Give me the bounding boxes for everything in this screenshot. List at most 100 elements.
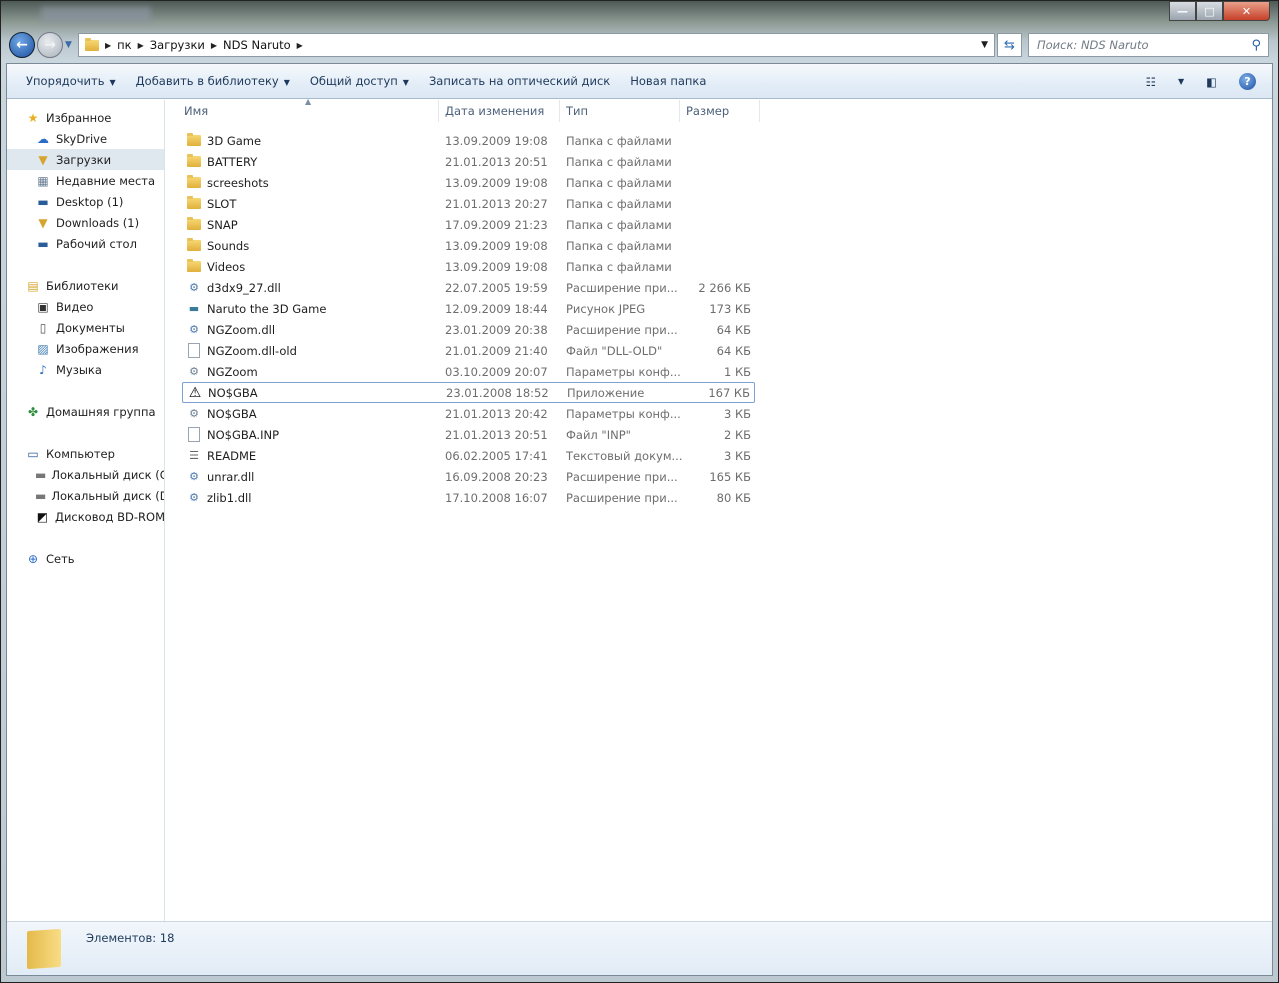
file-type: Папка с файлами (566, 196, 672, 211)
recent-pages-dropdown[interactable]: ▼ (65, 40, 72, 50)
file-row[interactable]: ⚠ NO$GBA 23.01.2008 18:52 Приложение 167 КБ (182, 382, 755, 403)
file-size: 1 КБ (723, 364, 751, 379)
column-header-date[interactable]: Дата изменения (439, 100, 560, 122)
chevron-right-icon[interactable]: ▶ (297, 41, 303, 50)
file-row[interactable]: screeshots 13.09.2009 19:08 Папка с файлам… (182, 172, 755, 193)
file-row[interactable]: ⚙ NO$GBA 21.01.2013 20:42 Параметры конф...… (182, 403, 755, 424)
arrow-right-icon: → (44, 37, 56, 53)
sidebar-item-label: Рабочий стол (56, 236, 137, 251)
file-row[interactable]: Videos 13.09.2009 19:08 Папка с файлами (182, 256, 755, 277)
documents-icon: ▯ (39, 320, 47, 335)
video-icon: ▣ (37, 299, 49, 314)
file-row[interactable]: NGZoom.dll-old 21.01.2009 21:40 Файл "DLL-… (182, 340, 755, 361)
file-row[interactable]: SLOT 21.01.2013 20:27 Папка с файлами (182, 193, 755, 214)
library-icon: ▤ (27, 278, 39, 293)
organize-button[interactable]: Упорядочить ▼ (19, 74, 129, 88)
sidebar-item[interactable]: ▬ Рабочий стол (7, 233, 164, 254)
file-row[interactable]: ⚙ unrar.dll 16.09.2008 20:23 Расширение при… (182, 466, 755, 487)
refresh-button[interactable]: ⇆ (997, 33, 1022, 57)
sidebar-item[interactable]: ▣ Видео (7, 296, 164, 317)
new-folder-button[interactable]: Новая папка (623, 74, 719, 88)
sidebar-item[interactable]: ⊕ Сеть (7, 548, 164, 569)
address-dropdown-icon[interactable]: ▼ (981, 40, 988, 50)
file-date: 21.01.2013 20:27 (445, 196, 548, 211)
view-dropdown-icon[interactable]: ▼ (1178, 77, 1184, 86)
file-size: 167 КБ (708, 385, 750, 400)
chevron-right-icon[interactable]: ▶ (105, 41, 111, 50)
recent-icon: ▦ (37, 173, 49, 188)
breadcrumb-nds-naruto[interactable]: NDS Naruto (223, 38, 291, 52)
search-input[interactable]: Поиск: NDS Naruto ⚲ (1028, 33, 1269, 57)
downloads-icon: ▼ (38, 215, 48, 230)
address-bar[interactable]: ▶ пк ▶ Загрузки ▶ NDS Naruto ▶ ▼ (78, 33, 995, 57)
file-row[interactable]: ⚙ NGZoom.dll 23.01.2009 20:38 Расширение пр… (182, 319, 755, 340)
drive-icon: ▬ (35, 488, 47, 503)
caret-down-icon: ▼ (283, 78, 290, 87)
details-pane: Элементов: 18 (7, 921, 1272, 975)
sidebar-item-label: Компьютер (46, 446, 115, 461)
column-header-name[interactable]: Имя ▲ (167, 97, 439, 122)
file-row[interactable]: SNAP 17.09.2009 21:23 Папка с файлами (182, 214, 755, 235)
sidebar-item[interactable]: ▬ Локальный диск (D (7, 485, 164, 506)
burn-button[interactable]: Записать на оптический диск (422, 74, 623, 88)
sidebar-item[interactable]: ▤ Библиотеки (7, 275, 164, 296)
sidebar-item[interactable]: ▯ Документы (7, 317, 164, 338)
file-date: 13.09.2009 19:08 (445, 259, 548, 274)
sidebar-item-label: Видео (56, 299, 94, 314)
file-name: BATTERY (207, 154, 258, 169)
view-options-icon[interactable]: ☷ (1146, 75, 1156, 89)
file-row[interactable]: ☰ README 06.02.2005 17:41 Текстовый докум..… (182, 445, 755, 466)
drive-icon: ▬ (35, 467, 47, 482)
dll-file-icon: ⚙ (189, 470, 199, 483)
forward-button[interactable]: → (37, 32, 63, 58)
breadcrumb-pc[interactable]: пк (117, 38, 131, 52)
sidebar-item[interactable]: ▼ Downloads (1) (7, 212, 164, 233)
add-to-library-button[interactable]: Добавить в библиотеку ▼ (129, 74, 303, 88)
preview-pane-icon[interactable]: ◧ (1206, 75, 1217, 89)
sidebar-item[interactable]: ▼ Загрузки (7, 149, 164, 170)
maximize-button[interactable]: □ (1196, 1, 1223, 21)
close-button[interactable]: ✕ (1223, 1, 1270, 21)
file-size: 165 КБ (709, 469, 751, 484)
sidebar-item[interactable]: ▦ Недавние места (7, 170, 164, 191)
file-row[interactable]: NO$GBA.INP 21.01.2013 20:51 Файл "INP" 2 КБ (182, 424, 755, 445)
back-button[interactable]: ← (9, 32, 35, 58)
file-row[interactable]: ▬ Naruto the 3D Game 12.09.2009 18:44 Рисун… (182, 298, 755, 319)
file-name: SNAP (207, 217, 238, 232)
sidebar-item-label: Документы (56, 320, 125, 335)
sidebar-item[interactable]: ♪ Музыка (7, 359, 164, 380)
column-header-size[interactable]: Размер (680, 100, 760, 122)
file-row[interactable]: ⚙ NGZoom 03.10.2009 20:07 Параметры конф...… (182, 361, 755, 382)
file-row[interactable]: 3D Game 13.09.2009 19:08 Папка с файлами (182, 130, 755, 151)
file-type: Расширение при... (566, 280, 678, 295)
minimize-button[interactable]: — (1169, 1, 1196, 21)
chevron-right-icon[interactable]: ▶ (211, 41, 217, 50)
folder-icon (85, 37, 99, 51)
breadcrumb-downloads[interactable]: Загрузки (150, 38, 205, 52)
file-name: unrar.dll (207, 469, 255, 484)
sidebar-item[interactable]: ✤ Домашняя группа (7, 401, 164, 422)
sidebar-item[interactable]: ◩ Дисковод BD-ROM (7, 506, 164, 527)
sidebar-item[interactable]: ★ Избранное (7, 107, 164, 128)
share-button[interactable]: Общий доступ ▼ (303, 74, 422, 88)
sidebar-item[interactable]: ▬ Desktop (1) (7, 191, 164, 212)
sidebar-item-label: Изображения (56, 341, 139, 356)
file-type: Папка с файлами (566, 238, 672, 253)
file-row[interactable]: Sounds 13.09.2009 19:08 Папка с файлами (182, 235, 755, 256)
file-row[interactable]: ⚙ zlib1.dll 17.10.2008 16:07 Расширение при… (182, 487, 755, 508)
sidebar-item[interactable]: ▬ Локальный диск (C (7, 464, 164, 485)
column-header-type[interactable]: Тип (560, 100, 680, 122)
file-type: Файл "DLL-OLD" (566, 343, 663, 358)
bd-rom-icon: ◩ (36, 509, 49, 524)
search-icon[interactable]: ⚲ (1251, 38, 1261, 53)
chevron-right-icon[interactable]: ▶ (138, 41, 144, 50)
sidebar-item[interactable]: ☁ SkyDrive (7, 128, 164, 149)
file-list: Имя ▲ Дата изменения Тип Размер 3D Game 13… (167, 97, 1272, 922)
file-row[interactable]: BATTERY 21.01.2013 20:51 Папка с файлами (182, 151, 755, 172)
help-button[interactable]: ? (1239, 73, 1256, 90)
file-row[interactable]: ⚙ d3dx9_27.dll 22.07.2005 19:59 Расширение … (182, 277, 755, 298)
computer-icon: ▭ (27, 446, 39, 461)
sidebar-item[interactable]: ▨ Изображения (7, 338, 164, 359)
refresh-icon: ⇆ (1004, 37, 1015, 53)
sidebar-item[interactable]: ▭ Компьютер (7, 443, 164, 464)
